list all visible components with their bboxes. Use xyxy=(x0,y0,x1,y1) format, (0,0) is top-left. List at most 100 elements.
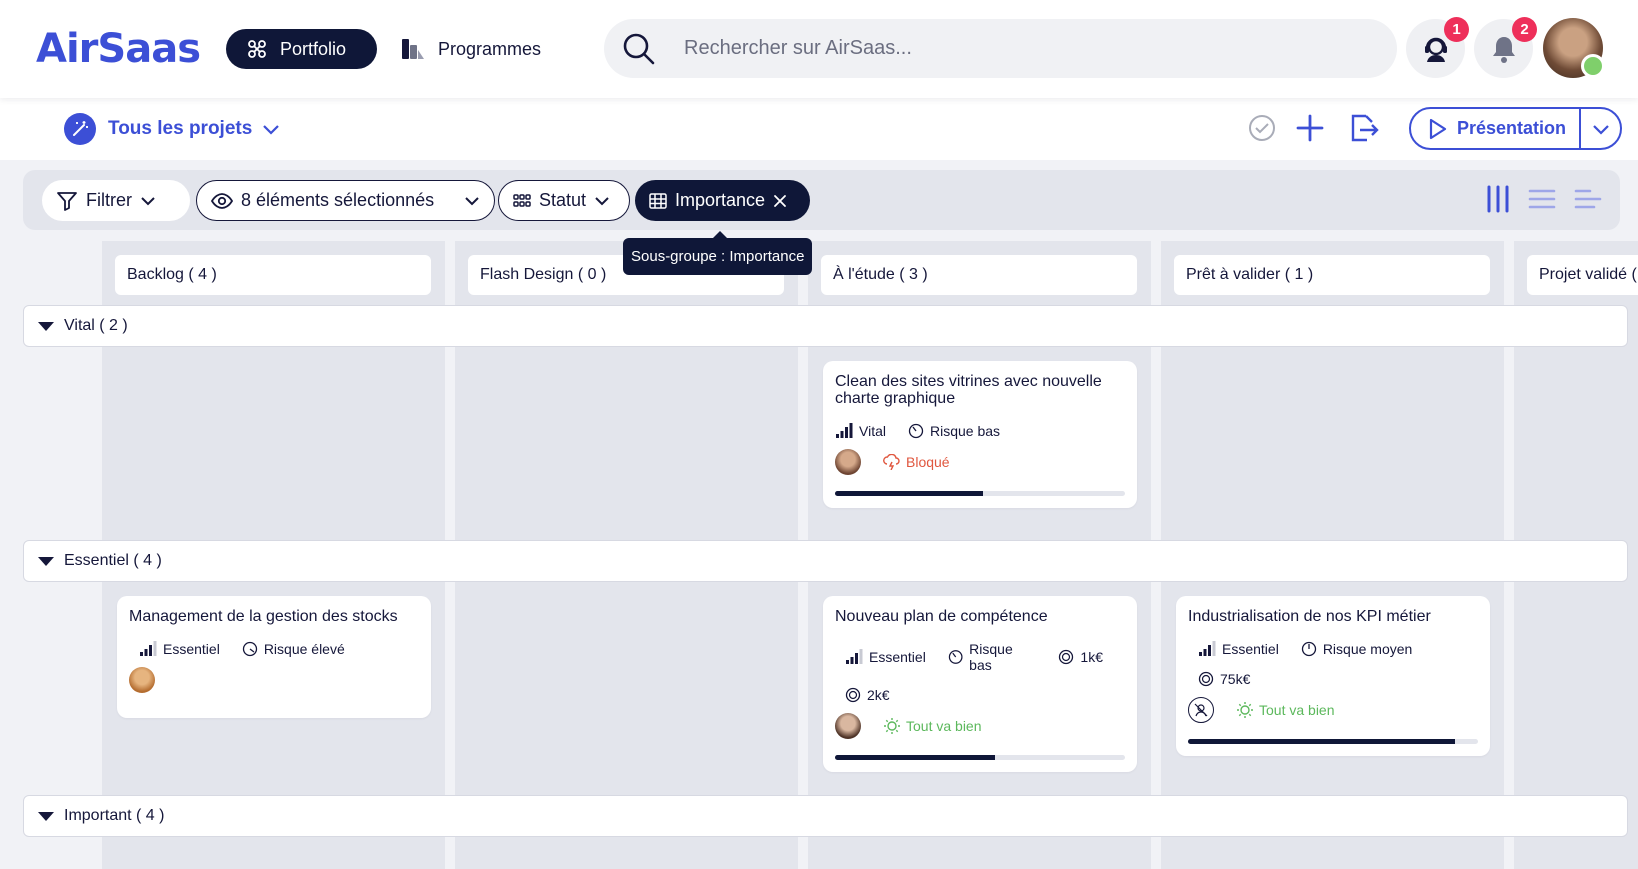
online-status-indicator xyxy=(1581,54,1605,78)
budget-tag: 1k€ xyxy=(1058,649,1103,665)
plus-icon xyxy=(1296,114,1324,142)
column-header[interactable]: À l'étude ( 3 ) xyxy=(821,255,1137,295)
timeline-view-icon[interactable] xyxy=(1574,185,1602,213)
budget-label: 75k€ xyxy=(1220,671,1251,687)
group-by-statut[interactable]: Statut xyxy=(498,180,630,221)
column-header[interactable]: Projet validé ( xyxy=(1527,255,1638,295)
owner-avatar[interactable] xyxy=(129,667,155,693)
search-icon xyxy=(623,33,655,64)
search-input[interactable] xyxy=(684,37,1334,60)
signal-bars-icon xyxy=(846,649,863,664)
coin-icon xyxy=(1198,671,1214,687)
support-agent-icon xyxy=(1424,37,1447,62)
chevron-down-icon xyxy=(141,196,155,205)
owner-avatar[interactable] xyxy=(835,449,861,475)
column-header[interactable]: Backlog ( 4 ) xyxy=(115,255,431,295)
nav-programmes[interactable]: Programmes xyxy=(398,29,558,69)
budget-label: 2k€ xyxy=(867,687,890,703)
importance-tag: Essentiel xyxy=(1198,641,1279,657)
list-view-icon[interactable] xyxy=(1528,185,1556,213)
export-icon xyxy=(1351,114,1379,142)
filter-button[interactable]: Filtrer xyxy=(42,180,190,221)
unassigned-owner-avatar[interactable] xyxy=(1188,697,1214,723)
group-row-vital[interactable]: Vital ( 2 ) xyxy=(23,305,1628,347)
project-card[interactable]: Nouveau plan de compétence Essentiel Ris… xyxy=(823,596,1137,772)
mood-label: Tout va bien xyxy=(1259,702,1335,718)
group-row-essentiel[interactable]: Essentiel ( 4 ) xyxy=(23,540,1628,582)
visible-fields-selector[interactable]: 8 éléments sélectionnés xyxy=(196,180,495,221)
support-badge: 1 xyxy=(1444,17,1469,42)
presentation-start[interactable]: Présentation xyxy=(1411,109,1581,148)
kanban-view-icon[interactable] xyxy=(1486,185,1510,213)
mood-label: Tout va bien xyxy=(906,718,982,734)
view-switcher xyxy=(1486,185,1602,213)
portfolio-icon xyxy=(248,40,266,58)
chevron-down-icon xyxy=(465,196,479,205)
statut-label: Statut xyxy=(539,190,587,210)
presentation-button[interactable]: Présentation xyxy=(1409,107,1622,150)
risk-tag: Risque moyen xyxy=(1301,641,1412,657)
top-navigation: AirSaas Portfolio Programmes 1 2 xyxy=(0,0,1638,98)
group-label: Vital ( 2 ) xyxy=(64,317,128,334)
risk-tag: Risque bas xyxy=(908,423,1000,439)
chevron-down-icon xyxy=(1592,124,1609,135)
owner-avatar[interactable] xyxy=(835,713,861,739)
nav-portfolio-label: Portfolio xyxy=(280,38,347,59)
filter-bar: Filtrer 8 éléments sélectionnés Statut I… xyxy=(23,170,1620,230)
support-button[interactable]: 1 xyxy=(1406,17,1469,78)
play-icon xyxy=(1429,118,1447,139)
gauge-low-icon xyxy=(948,650,963,664)
coin-icon xyxy=(845,687,861,703)
signal-bars-icon xyxy=(836,423,853,438)
nav-programmes-label: Programmes xyxy=(438,38,542,59)
subgroup-tooltip: Sous-groupe : Importance xyxy=(623,231,813,275)
project-selector-label: Tous les projets xyxy=(108,118,253,139)
close-icon[interactable] xyxy=(773,194,787,208)
chevron-down-icon xyxy=(595,196,609,205)
progress-fill xyxy=(1188,739,1455,744)
filter-label: Filtrer xyxy=(86,190,132,210)
gauge-high-icon xyxy=(242,641,257,657)
budget-label: 1k€ xyxy=(1080,649,1103,665)
risk-tag: Risque élevé xyxy=(242,641,345,657)
group-label: Important ( 4 ) xyxy=(64,807,165,824)
airsaas-logo[interactable]: AirSaas xyxy=(36,26,201,72)
no-user-icon xyxy=(1194,703,1208,717)
chevron-down-icon xyxy=(263,125,280,135)
progress-bar xyxy=(835,755,1125,760)
importance-label: Essentiel xyxy=(1222,641,1279,657)
presentation-options[interactable] xyxy=(1581,123,1620,135)
card-title: Industrialisation de nos KPI métier xyxy=(1188,608,1431,625)
project-card[interactable]: Clean des sites vitrines avec nouvelle c… xyxy=(823,361,1137,508)
importance-tag: Essentiel xyxy=(139,641,220,657)
importance-tag: Essentiel xyxy=(845,649,926,665)
risk-tag: Risque bas xyxy=(948,641,1037,673)
project-toolbar: Tous les projets Présentation xyxy=(0,98,1638,160)
risk-label: Risque élevé xyxy=(263,641,345,657)
importance-label: Essentiel xyxy=(869,649,926,665)
search-bar[interactable] xyxy=(604,19,1397,78)
validate-button[interactable] xyxy=(1244,110,1280,146)
notifications-badge: 2 xyxy=(1512,17,1537,42)
importance-tag: Vital xyxy=(835,423,886,439)
table-rows-icon xyxy=(649,192,667,209)
group-row-important[interactable]: Important ( 4 ) xyxy=(23,795,1628,837)
add-project-button[interactable] xyxy=(1292,110,1328,146)
project-card[interactable]: Industrialisation de nos KPI métier Esse… xyxy=(1176,596,1490,756)
signal-bars-icon xyxy=(1199,641,1216,656)
column-header[interactable]: Prêt à valider ( 1 ) xyxy=(1174,255,1490,295)
signal-bars-icon xyxy=(140,641,157,656)
subgroup-importance[interactable]: Importance xyxy=(635,180,810,221)
project-selector[interactable]: Tous les projets xyxy=(64,113,280,145)
storm-cloud-icon xyxy=(883,454,900,470)
notifications-button[interactable]: 2 xyxy=(1474,17,1537,78)
nav-portfolio[interactable]: Portfolio xyxy=(226,29,377,69)
card-title: Clean des sites vitrines avec nouvelle c… xyxy=(835,373,1102,407)
programmes-icon xyxy=(402,39,424,59)
export-button[interactable] xyxy=(1346,110,1382,146)
group-label: Essentiel ( 4 ) xyxy=(64,552,162,569)
user-avatar[interactable] xyxy=(1543,18,1605,78)
risk-label: Risque bas xyxy=(929,423,1001,439)
project-card[interactable]: Management de la gestion des stocks Esse… xyxy=(117,596,431,718)
sun-icon xyxy=(1237,702,1253,718)
